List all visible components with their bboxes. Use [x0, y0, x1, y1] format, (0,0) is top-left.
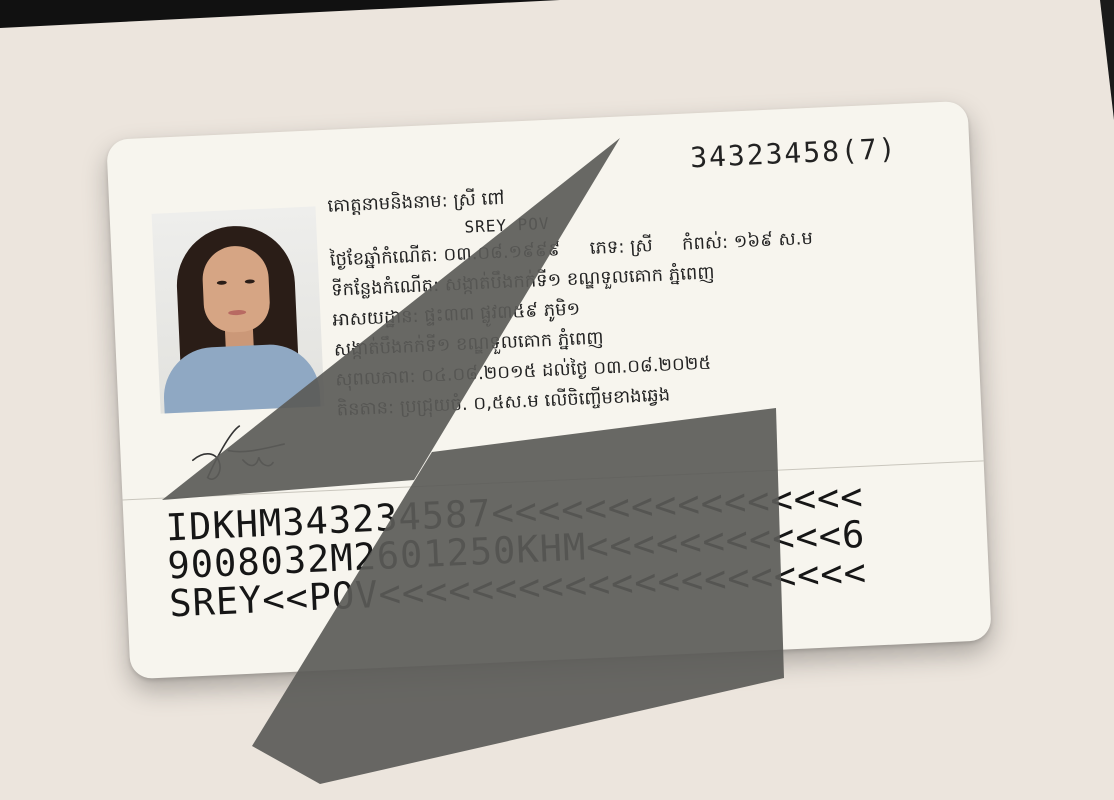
- holder-photo: [151, 206, 325, 414]
- sex-label: ភេទ:: [589, 236, 625, 259]
- sex-value: ស្រី: [629, 235, 654, 258]
- holder-signature: [192, 425, 285, 480]
- id-card: 34323458(7) គោត្តនាមនិងនាម: ស្រី ពៅ SREY…: [106, 100, 992, 680]
- height-label: កំពស់:: [681, 231, 729, 255]
- height-value: ១៦៩ ស.ម: [733, 227, 814, 253]
- machine-readable-zone: IDKHM343234587<<<<<<<<<<<<<<<< 9008032M26…: [165, 475, 868, 626]
- right-edge-shadow: [1100, 0, 1114, 120]
- personal-details: គោត្តនាមនិងនាម: ស្រី ពៅ SREY POV ថ្ងៃខែឆ…: [327, 166, 897, 425]
- dob-label: ថ្ងៃខែឆ្នាំកំណើត:: [329, 244, 439, 271]
- top-edge-shadow: [0, 0, 560, 28]
- dob-value: ០៣.០៨.១៩៩៩: [443, 239, 561, 266]
